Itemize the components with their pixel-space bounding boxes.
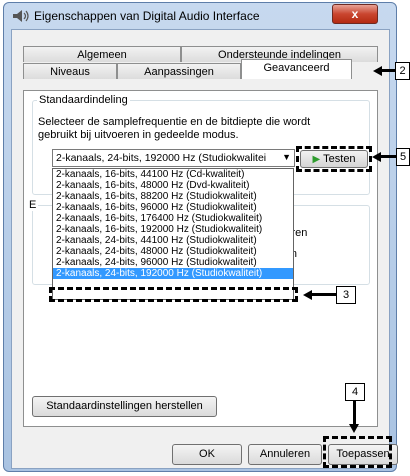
sample-rate-dropdown-list: 2-kanaals, 16-bits, 44100 Hz (Cd-kwalite… (52, 168, 294, 300)
chevron-down-icon: ▼ (282, 152, 291, 162)
description-line-2: gebruikt bij uitvoeren in gedeelde modus… (38, 129, 239, 141)
ok-button[interactable]: OK (172, 444, 242, 465)
sample-rate-selected-value: 2-kanaals, 24-bits, 192000 Hz (Studiokwa… (56, 152, 267, 164)
dropdown-option[interactable]: 2-kanaals, 24-bits, 44100 Hz (Studiokwal… (53, 235, 293, 246)
dropdown-option[interactable]: 2-kanaals, 24-bits, 48000 Hz (Studiokwal… (53, 246, 293, 257)
sample-rate-select[interactable]: 2-kanaals, 24-bits, 192000 Hz (Studiokwa… (52, 149, 295, 167)
cancel-button[interactable]: Annuleren (248, 444, 322, 465)
arrow-head-4 (349, 424, 359, 433)
callout-5: 5 (396, 148, 410, 166)
group-title-exclusive: E (27, 199, 39, 211)
restore-defaults-button[interactable]: Standaardinstellingen herstellen (32, 396, 217, 417)
description-line-1: Selecteer de samplefrequentie en de bitd… (38, 116, 311, 128)
arrow-line-5 (380, 155, 396, 158)
highlight-box-apply-button (323, 436, 392, 468)
window-title: Eigenschappen van Digital Audio Interfac… (34, 9, 260, 23)
dropdown-option[interactable]: 2-kanaals, 16-bits, 48000 Hz (Dvd-kwalit… (53, 180, 293, 191)
arrow-line-2 (381, 69, 395, 72)
highlight-box-test-button (296, 146, 372, 172)
callout-3: 3 (336, 286, 356, 304)
tab-geavanceerd[interactable]: Geavanceerd (241, 59, 352, 79)
callout-4: 4 (345, 383, 365, 401)
dropdown-option[interactable]: 2-kanaals, 16-bits, 96000 Hz (Studiokwal… (53, 202, 293, 213)
tab-algemeen[interactable]: Algemeen (23, 46, 181, 62)
tab-niveaus[interactable]: Niveaus (23, 63, 117, 79)
title-bar: Eigenschappen van Digital Audio Interfac… (4, 3, 396, 29)
highlight-box-selected-option (49, 287, 298, 302)
close-button[interactable]: x (332, 4, 378, 24)
arrow-line-4 (353, 401, 356, 425)
tab-aanpassingen[interactable]: Aanpassingen (117, 63, 241, 79)
arrow-line-3 (311, 293, 336, 296)
speaker-icon (13, 10, 29, 22)
close-icon: x (351, 7, 359, 21)
group-title-standaardindeling: Standaardindeling (37, 94, 130, 106)
dropdown-option[interactable]: 2-kanaals, 16-bits, 192000 Hz (Studiokwa… (53, 224, 293, 235)
dropdown-option[interactable]: 2-kanaals, 16-bits, 88200 Hz (Studiokwal… (53, 191, 293, 202)
dropdown-option[interactable]: 2-kanaals, 24-bits, 96000 Hz (Studiokwal… (53, 257, 293, 268)
dropdown-option[interactable]: 2-kanaals, 16-bits, 176400 Hz (Studiokwa… (53, 213, 293, 224)
dropdown-option[interactable]: 2-kanaals, 16-bits, 44100 Hz (Cd-kwalite… (53, 169, 293, 180)
callout-2: 2 (395, 62, 410, 80)
dropdown-option-selected[interactable]: 2-kanaals, 24-bits, 192000 Hz (Studiokwa… (53, 268, 293, 279)
